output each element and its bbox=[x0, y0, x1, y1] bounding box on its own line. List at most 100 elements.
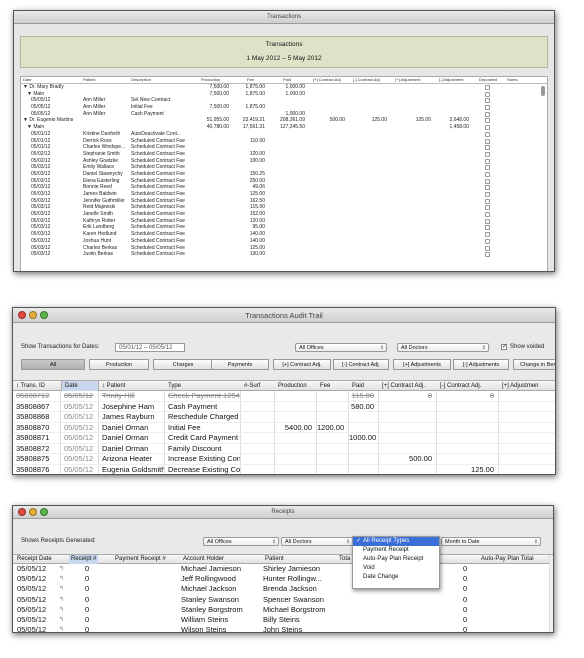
column-header[interactable]: Notes bbox=[507, 77, 517, 82]
deposited-checkbox[interactable] bbox=[485, 225, 490, 231]
deposited-checkbox[interactable] bbox=[485, 205, 490, 211]
close-icon[interactable] bbox=[18, 311, 26, 319]
column-header[interactable]: Payment Receipt # bbox=[113, 555, 168, 564]
audit-row[interactable]: 35808875 05/05/12 Arizona Heater Increase E… bbox=[13, 454, 555, 465]
column-header[interactable]: [+] Contract Adj. bbox=[379, 381, 437, 391]
zoom-icon[interactable] bbox=[40, 508, 48, 516]
filter-tab[interactable]: [-] Contract Adj. bbox=[333, 359, 389, 370]
receipt-row[interactable]: 05/05/12 ↰ 0 William Steins Billy Steins 0 bbox=[13, 615, 553, 625]
column-header[interactable]: Receipt Date bbox=[15, 555, 54, 564]
column-header[interactable]: ↕ Patient bbox=[99, 381, 165, 391]
receipt-row[interactable]: 05/05/12 ↰ 0 Wilson Steins John Steins 0 bbox=[13, 625, 553, 632]
reprint-icon[interactable]: ↰ bbox=[59, 584, 64, 594]
column-header[interactable]: Auto-Pay Plan Total bbox=[479, 555, 536, 564]
deposited-checkbox[interactable] bbox=[485, 165, 490, 171]
column-header[interactable]: Account Holder bbox=[181, 555, 226, 564]
column-header[interactable]: Receipt # bbox=[69, 555, 99, 564]
scrollbar[interactable] bbox=[541, 86, 545, 96]
reprint-icon[interactable]: ↰ bbox=[59, 625, 64, 632]
column-header[interactable]: [-] Adjustment bbox=[439, 77, 463, 82]
audit-row[interactable]: 35808868 05/05/12 James Rayburn Reschedule … bbox=[13, 412, 555, 423]
deposited-checkbox[interactable] bbox=[485, 158, 490, 164]
receipt-row[interactable]: 05/05/12 ↰ 0 Stanley Borgstrom Michael Borgs… bbox=[13, 605, 553, 615]
receipt-row[interactable]: 05/05/12 ↰ 0 Stanley Swanson Spencer Swanson… bbox=[13, 595, 553, 605]
column-header[interactable]: [+] Adjustmen bbox=[499, 381, 555, 391]
deposited-checkbox[interactable] bbox=[485, 151, 490, 157]
date-range-field[interactable]: 05/01/12 – 05/05/12 bbox=[115, 343, 185, 352]
deposited-checkbox[interactable] bbox=[485, 198, 490, 204]
column-header[interactable]: Type bbox=[165, 381, 241, 391]
column-header[interactable]: Patient bbox=[263, 555, 286, 564]
audit-row[interactable]: 35808870 05/05/12 Daniel Orman Initial Fee 5… bbox=[13, 422, 555, 433]
dropdown-option[interactable]: Payment Receipt bbox=[353, 546, 439, 555]
audit-row[interactable]: 35808876 05/05/12 Eugenia Goldsmith Decreas… bbox=[13, 464, 555, 474]
deposited-checkbox[interactable] bbox=[485, 185, 490, 191]
filter-tab[interactable]: [+] Adjustments bbox=[393, 359, 451, 370]
filter-tab[interactable]: Production bbox=[89, 359, 149, 370]
deposited-checkbox[interactable] bbox=[485, 171, 490, 177]
deposited-checkbox[interactable] bbox=[485, 178, 490, 184]
doctors-select[interactable]: All Doctors ⇕ bbox=[281, 537, 353, 546]
close-icon[interactable] bbox=[18, 508, 26, 516]
deposited-checkbox[interactable] bbox=[485, 91, 490, 97]
audit-row[interactable]: 35808712 05/05/12 Trinity Hill Check Paymen… bbox=[13, 391, 555, 402]
dropdown-option[interactable]: Auto-Pay Plan Receipt bbox=[353, 555, 439, 564]
deposited-checkbox[interactable] bbox=[485, 218, 490, 224]
column-header[interactable]: Production bbox=[201, 77, 220, 82]
column-header[interactable]: Deposited bbox=[479, 77, 497, 82]
dropdown-option[interactable]: Void bbox=[353, 564, 439, 573]
receipt-row[interactable]: 05/05/12 ↰ 0 Michael Jackson Brenda Jackson 0 bbox=[13, 584, 553, 594]
column-header[interactable]: #-Surf bbox=[241, 381, 275, 391]
column-header[interactable]: [+] Adjustment bbox=[395, 77, 420, 82]
receipt-row[interactable]: 05/05/12 ↰ 0 Jeff Rollingwood Hunter Rolling… bbox=[13, 574, 553, 584]
reprint-icon[interactable]: ↰ bbox=[59, 615, 64, 625]
column-header[interactable]: Fee bbox=[247, 77, 254, 82]
column-header[interactable]: [+] Contract Adj. bbox=[313, 77, 342, 82]
deposited-checkbox[interactable] bbox=[485, 192, 490, 197]
reprint-icon[interactable]: ↰ bbox=[59, 574, 64, 584]
deposited-checkbox[interactable] bbox=[485, 111, 490, 117]
column-header[interactable]: Fee bbox=[317, 381, 349, 391]
zoom-icon[interactable] bbox=[40, 311, 48, 319]
audit-row[interactable]: 35808872 05/05/12 Daniel Orman Family Disco… bbox=[13, 443, 555, 454]
deposited-checkbox[interactable] bbox=[485, 98, 490, 104]
doctors-select[interactable]: All Doctors ⇕ bbox=[397, 343, 489, 352]
deposited-checkbox[interactable] bbox=[485, 118, 490, 124]
dropdown-option[interactable]: ✓ All Receipt Types bbox=[353, 537, 439, 546]
deposited-checkbox[interactable] bbox=[485, 105, 490, 111]
minimize-icon[interactable] bbox=[29, 508, 37, 516]
period-select[interactable]: Month to Date ⇕ bbox=[441, 537, 541, 546]
column-header[interactable]: ↕ Trans. ID bbox=[13, 381, 61, 391]
filter-tab[interactable]: [+] Contract Adj. bbox=[273, 359, 331, 370]
reprint-icon[interactable]: ↰ bbox=[59, 605, 64, 615]
show-voided-checkbox[interactable]: ✓ bbox=[501, 344, 507, 350]
deposited-checkbox[interactable] bbox=[485, 125, 490, 131]
column-header[interactable]: Tota bbox=[337, 555, 352, 564]
offices-select[interactable]: All Offices ⇕ bbox=[203, 537, 279, 546]
deposited-checkbox[interactable] bbox=[485, 145, 490, 151]
offices-select[interactable]: All Offices ⇕ bbox=[295, 343, 387, 352]
audit-row[interactable]: 35808871 05/05/12 Daniel Orman Credit Card … bbox=[13, 433, 555, 444]
filter-tab[interactable]: Charges bbox=[153, 359, 213, 370]
column-header[interactable]: Patient bbox=[83, 77, 95, 82]
deposited-checkbox[interactable] bbox=[485, 245, 490, 251]
scrollbar[interactable] bbox=[549, 555, 553, 632]
dropdown-option[interactable]: Date Change bbox=[353, 573, 439, 582]
deposited-checkbox[interactable] bbox=[485, 212, 490, 218]
column-header[interactable]: [-] Contract Adj. bbox=[437, 381, 499, 391]
deposited-checkbox[interactable] bbox=[485, 238, 490, 244]
deposited-checkbox[interactable] bbox=[485, 138, 490, 144]
receipt-type-dropdown[interactable]: ✓ All Receipt Types Payment Receipt Auto-… bbox=[352, 536, 440, 589]
filter-tab[interactable]: Change in Benefit bbox=[513, 359, 555, 370]
filter-tab[interactable]: All bbox=[21, 359, 85, 370]
column-header[interactable]: Production bbox=[275, 381, 317, 391]
deposited-checkbox[interactable] bbox=[485, 232, 490, 238]
column-header[interactable]: Description bbox=[131, 77, 151, 82]
column-header[interactable]: Date bbox=[23, 77, 31, 82]
reprint-icon[interactable]: ↰ bbox=[59, 595, 64, 605]
deposited-checkbox[interactable] bbox=[485, 252, 490, 258]
filter-tab[interactable]: Payments bbox=[211, 359, 269, 370]
column-header[interactable]: Paid bbox=[283, 77, 291, 82]
column-header[interactable]: [-] Contract Adj. bbox=[353, 77, 381, 82]
filter-tab[interactable]: [-] Adjustments bbox=[453, 359, 509, 370]
